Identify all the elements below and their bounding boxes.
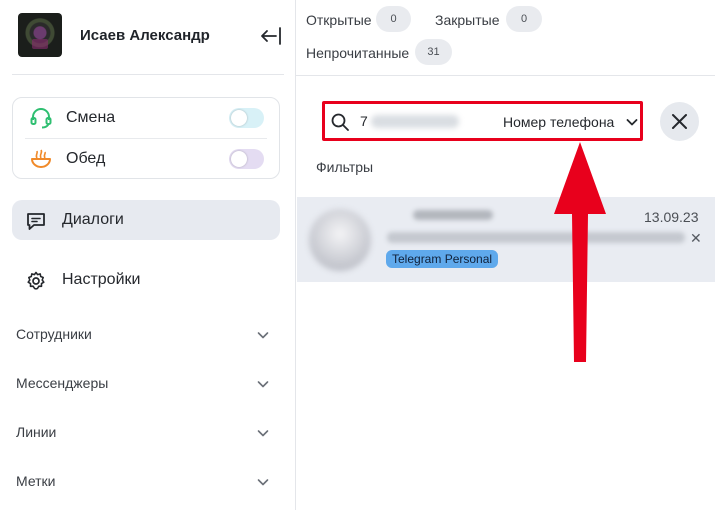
- open-filter[interactable]: Открытые 0: [306, 6, 421, 32]
- search-icon: [331, 113, 349, 131]
- annotation-arrow-icon: [554, 142, 606, 362]
- gear-icon: [27, 271, 45, 290]
- avatar[interactable]: [18, 13, 62, 57]
- open-count-badge: 0: [376, 6, 411, 32]
- shift-row: Смена: [13, 98, 279, 138]
- nav-dialogs-label: Диалоги: [62, 211, 124, 228]
- section-label: Мессенджеры: [16, 375, 109, 391]
- section-tags[interactable]: Метки: [0, 463, 296, 499]
- unread-label: Непрочитанные: [306, 45, 410, 61]
- bowl-icon: [31, 149, 51, 168]
- nav-settings-label: Настройки: [62, 271, 141, 288]
- nav-settings[interactable]: Настройки: [12, 260, 280, 300]
- section-lines[interactable]: Линии: [0, 414, 296, 450]
- profile-name: Исаев Александр: [80, 27, 210, 44]
- remove-dialog-button[interactable]: ✕: [690, 230, 702, 247]
- close-icon: [672, 114, 687, 129]
- closed-count-badge: 0: [506, 6, 542, 32]
- collapse-left-icon: [261, 27, 281, 45]
- blurred-message-preview: [387, 232, 685, 243]
- blurred-contact-name: [413, 210, 493, 220]
- lunch-label: Обед: [66, 150, 106, 167]
- channel-tag: Telegram Personal: [386, 250, 499, 268]
- lunch-toggle[interactable]: [229, 149, 264, 169]
- divider: [12, 74, 284, 75]
- sidebar: Исаев Александр Смена Обед Диалоги Настр…: [0, 0, 296, 510]
- chevron-down-icon[interactable]: [625, 115, 639, 129]
- search-type-select[interactable]: Номер телефона: [503, 114, 614, 130]
- chevron-down-icon: [257, 479, 269, 486]
- search-input[interactable]: 7 Номер телефона: [322, 101, 643, 141]
- dialog-list-item[interactable]: 13.09.23 ✕ Telegram Personal: [297, 197, 715, 282]
- search-value: 7: [360, 113, 368, 129]
- section-label: Метки: [16, 473, 56, 489]
- lunch-row: Обед: [13, 139, 279, 179]
- chat-icon: [27, 213, 45, 230]
- closed-label: Закрытые: [435, 12, 500, 28]
- profile-header: Исаев Александр: [0, 0, 296, 74]
- section-label: Сотрудники: [16, 326, 92, 342]
- section-label: Линии: [16, 424, 57, 440]
- close-search-button[interactable]: [660, 102, 699, 141]
- contact-avatar: [309, 209, 371, 271]
- headset-icon: [30, 108, 52, 129]
- unread-count-badge: 31: [415, 39, 452, 65]
- shift-toggle[interactable]: [229, 108, 264, 128]
- section-employees[interactable]: Сотрудники: [0, 316, 296, 352]
- chevron-down-icon: [257, 381, 269, 388]
- chevron-down-icon: [257, 332, 269, 339]
- status-card: Смена Обед: [12, 97, 280, 179]
- closed-filter[interactable]: Закрытые 0: [435, 6, 545, 32]
- nav-dialogs[interactable]: Диалоги: [12, 200, 280, 240]
- dialog-date: 13.09.23: [644, 209, 699, 225]
- shift-label: Смена: [66, 109, 116, 126]
- collapse-sidebar-button[interactable]: [258, 24, 284, 48]
- blurred-phone-digits: [371, 115, 459, 128]
- section-messengers[interactable]: Мессенджеры: [0, 365, 296, 401]
- dialog-counters: Открытые 0 Закрытые 0 Непрочитанные 31: [296, 0, 715, 76]
- filters-link[interactable]: Фильтры: [316, 159, 373, 175]
- chevron-down-icon: [257, 430, 269, 437]
- open-label: Открытые: [306, 12, 372, 28]
- unread-filter[interactable]: Непрочитанные 31: [306, 39, 456, 65]
